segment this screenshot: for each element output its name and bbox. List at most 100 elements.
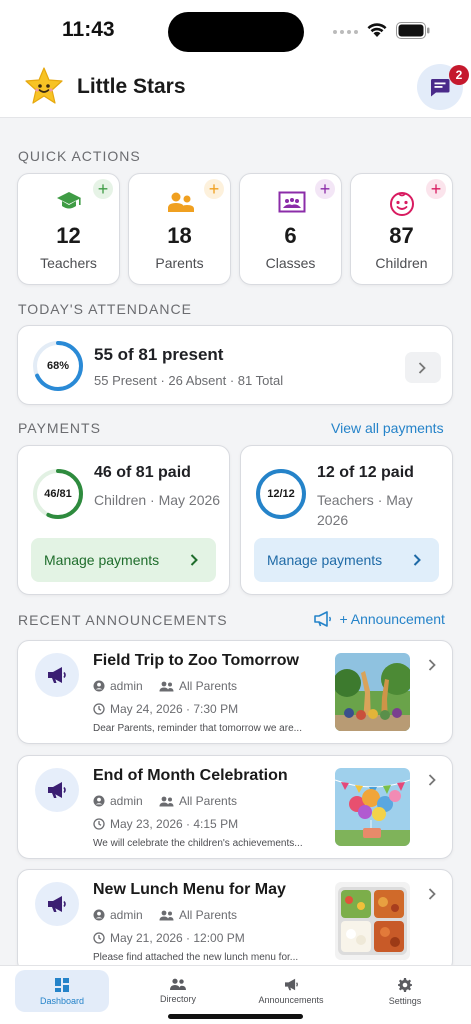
clock-icon	[93, 932, 105, 944]
chevron-right-icon	[190, 554, 198, 566]
megaphone-icon	[314, 611, 331, 627]
manage-teachers-payments-button[interactable]: Manage payments	[254, 538, 439, 582]
group-icon	[159, 796, 174, 807]
nav-announcements-label: Announcements	[258, 995, 324, 1005]
announcement-title: New Lunch Menu for May	[93, 881, 286, 898]
nav-dashboard-label: Dashboard	[39, 996, 85, 1006]
announcement-title: End of Month Celebration	[93, 767, 288, 784]
graduation-cap-icon	[57, 192, 81, 209]
nav-settings[interactable]: Settings	[358, 970, 452, 1012]
attendance-ring: 68%	[32, 340, 84, 392]
chevron-right-icon	[418, 362, 426, 374]
status-bar: 11:43	[0, 0, 471, 56]
add-parent-icon[interactable]: +	[204, 179, 224, 199]
attendance-title: TODAY'S ATTENDANCE	[18, 301, 192, 317]
announcement-avatar	[35, 882, 79, 926]
nav-announcements[interactable]: Announcements	[244, 970, 338, 1012]
teachers-count: 12	[56, 223, 81, 248]
megaphone-icon	[48, 667, 66, 683]
teachers-payments-headline: 12 of 12 paid	[317, 464, 414, 481]
clock-icon	[93, 703, 105, 715]
status-time: 11:43	[62, 18, 115, 41]
quick-action-teachers[interactable]: + 12 Teachers	[17, 173, 120, 285]
announcement-author: admin	[93, 794, 143, 808]
star-logo-icon	[25, 67, 63, 104]
view-all-payments-link[interactable]: View all payments	[331, 420, 444, 436]
wifi-icon	[367, 23, 387, 37]
announcement-item[interactable]: End of Month Celebration admin All Paren…	[17, 755, 453, 859]
announcement-avatar	[35, 768, 79, 812]
attendance-card[interactable]: 68% 55 of 81 present 55 Present · 26 Abs…	[17, 325, 453, 405]
dynamic-island	[168, 12, 304, 52]
manage-children-payments-button[interactable]: Manage payments	[31, 538, 216, 582]
teachers-payments-card: 12/12 12 of 12 paid Teachers · May 2026 …	[240, 445, 453, 595]
app-title: Little Stars	[77, 75, 186, 98]
battery-icon	[396, 22, 430, 39]
child-face-icon	[390, 192, 414, 216]
manage-payments-label: Manage payments	[267, 552, 383, 568]
group-icon	[159, 910, 174, 921]
quick-action-children[interactable]: + 87 Children	[350, 173, 453, 285]
children-payments-ring: 46/81	[32, 468, 84, 520]
announcement-item[interactable]: Field Trip to Zoo Tomorrow admin All Par…	[17, 640, 453, 744]
announcement-author: admin	[93, 679, 143, 693]
announcement-date: May 23, 2026 · 4:15 PM	[93, 817, 238, 831]
user-icon	[93, 909, 105, 921]
chevron-right-icon[interactable]	[428, 659, 436, 671]
announcement-avatar	[35, 653, 79, 697]
manage-payments-label: Manage payments	[44, 552, 160, 568]
classes-label: Classes	[265, 255, 316, 271]
nav-settings-label: Settings	[388, 996, 422, 1006]
teachers-label: Teachers	[40, 255, 97, 271]
quick-actions-title: QUICK ACTIONS	[18, 148, 141, 164]
attendance-details-button[interactable]	[405, 352, 441, 383]
children-payments-headline: 46 of 81 paid	[94, 464, 191, 481]
user-icon	[93, 680, 105, 692]
nav-dashboard[interactable]: Dashboard	[15, 970, 109, 1012]
announcement-date: May 24, 2026 · 7:30 PM	[93, 702, 238, 716]
announcement-excerpt: Dear Parents, reminder that tomorrow we …	[93, 723, 302, 734]
chevron-right-icon[interactable]	[428, 888, 436, 900]
announcement-item[interactable]: New Lunch Menu for May admin All Parents…	[17, 869, 453, 973]
group-icon	[159, 681, 174, 692]
parents-label: Parents	[155, 255, 204, 271]
announcement-date: May 21, 2026 · 12:00 PM	[93, 931, 245, 945]
quick-action-parents[interactable]: + 18 Parents	[128, 173, 231, 285]
messages-badge: 2	[449, 65, 469, 85]
user-icon	[93, 795, 105, 807]
announcement-audience: All Parents	[159, 794, 237, 808]
megaphone-icon	[48, 782, 66, 798]
balloons-photo	[335, 768, 410, 846]
quick-action-classes[interactable]: + 6 Classes	[239, 173, 342, 285]
megaphone-icon	[284, 978, 298, 991]
home-indicator	[168, 1014, 303, 1019]
nav-directory-label: Directory	[159, 994, 196, 1004]
children-count: 87	[389, 223, 414, 248]
family-icon	[168, 192, 194, 212]
announcement-author: admin	[93, 908, 143, 922]
attendance-headline: 55 of 81 present	[94, 345, 224, 364]
app-header: Little Stars 2	[0, 56, 471, 118]
attendance-percent: 68%	[46, 360, 70, 372]
teachers-payments-ratio: 12/12	[267, 488, 295, 500]
gear-icon	[398, 978, 412, 992]
dashboard-icon	[55, 978, 69, 992]
chevron-right-icon[interactable]	[428, 774, 436, 786]
teachers-payments-subtitle: Teachers · May 2026	[317, 492, 413, 528]
attendance-summary: 55 Present · 26 Absent · 81 Total	[94, 373, 284, 388]
lunch-tray-photo	[335, 882, 410, 960]
add-class-icon[interactable]: +	[315, 179, 335, 199]
announcement-audience: All Parents	[159, 679, 237, 693]
nav-directory[interactable]: Directory	[131, 970, 225, 1012]
add-announcement-label: + Announcement	[339, 611, 445, 627]
add-child-icon[interactable]: +	[426, 179, 446, 199]
children-payments-card: 46/81 46 of 81 paid Children · May 2026 …	[17, 445, 230, 595]
announcement-audience: All Parents	[159, 908, 237, 922]
add-announcement-button[interactable]: + Announcement	[314, 611, 445, 629]
announcement-excerpt: Please find attached the new lunch menu …	[93, 952, 299, 963]
add-teacher-icon[interactable]: +	[93, 179, 113, 199]
children-payments-subtitle: Children · May 2026	[94, 492, 221, 508]
announcement-title: Field Trip to Zoo Tomorrow	[93, 652, 299, 669]
classes-count: 6	[284, 223, 297, 248]
teachers-payments-ring: 12/12	[255, 468, 307, 520]
